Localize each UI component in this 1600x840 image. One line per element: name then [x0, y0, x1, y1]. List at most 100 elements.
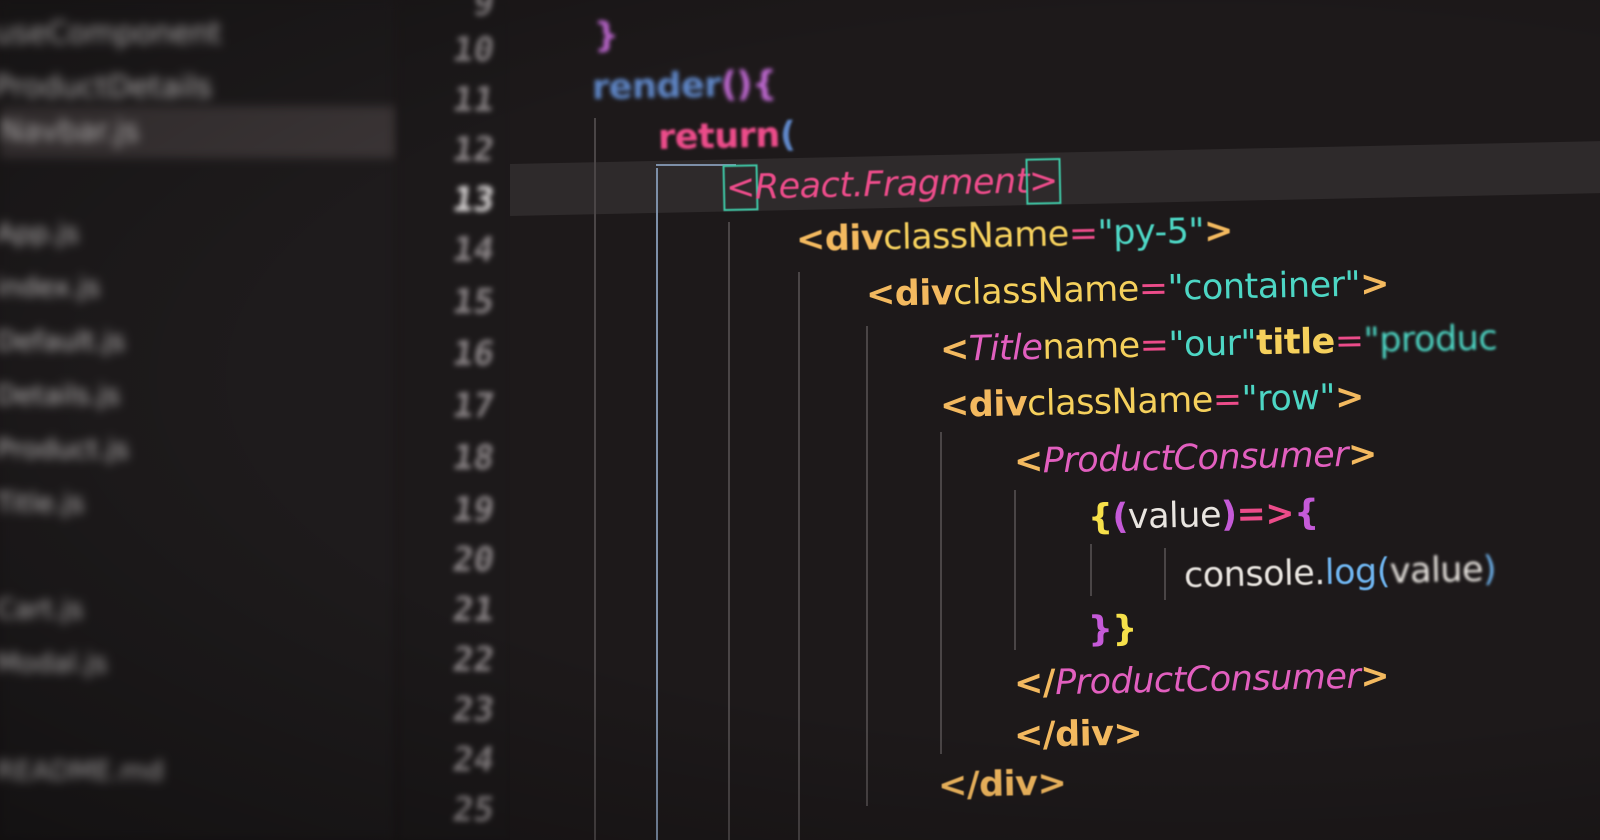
param-paren: (	[1111, 497, 1129, 538]
jsx-brace: {	[1087, 497, 1113, 538]
code-editor-pane[interactable]: } render() { return ( <React.Fragment> <…	[510, 0, 1600, 840]
line-number: 16	[450, 334, 497, 374]
line-number-gutter: 9 10 11 12 13 14 15 16 17 18 19 20 21 22…	[400, 0, 510, 840]
indent-guide	[1014, 490, 1016, 650]
sidebar-item[interactable]: index.js	[0, 268, 100, 308]
code-line: </div>	[938, 763, 1067, 806]
line-number: 9	[470, 0, 497, 24]
indent-guide	[1164, 548, 1166, 600]
tag-close-div: </div>	[1013, 713, 1143, 756]
indent-guide	[940, 432, 942, 754]
line-number: 10	[450, 30, 497, 70]
code-line: <div className="py-5">	[796, 211, 1234, 260]
tag-close: >	[1359, 656, 1390, 697]
code-line: <div className="row">	[940, 377, 1365, 426]
code-line: <div className="container">	[866, 264, 1390, 315]
tag-close: >	[1334, 377, 1365, 418]
indent-guide	[1090, 544, 1092, 596]
attribute-name: className	[1026, 380, 1214, 425]
sidebar-item[interactable]: Cart.js	[0, 590, 83, 630]
equals-sign: =	[1138, 268, 1169, 310]
indent-guide	[866, 326, 868, 806]
sidebar-item[interactable]: Title.js	[0, 484, 84, 524]
code-line: {(value) => {	[1088, 493, 1319, 538]
file-explorer-sidebar: useComponent ProductDetails Navbar.js Ap…	[0, 0, 395, 840]
equals-sign: =	[1068, 213, 1099, 255]
function-brace: }	[1087, 609, 1113, 650]
component-name: ProductConsumer	[1054, 656, 1361, 704]
component-name: Title	[968, 327, 1043, 370]
tag-close: >	[1203, 210, 1234, 252]
string-value: "row"	[1241, 377, 1336, 420]
line-number: 21	[450, 590, 497, 630]
code-line: console.log(value)	[1184, 549, 1497, 596]
line-number: 25	[450, 790, 497, 830]
return-paren: (	[779, 115, 796, 156]
line-number: 15	[450, 282, 497, 322]
tag-open: </	[1013, 663, 1056, 704]
line-number: 18	[450, 438, 497, 478]
component-name: ProductConsumer	[1042, 435, 1349, 482]
sidebar-item[interactable]: Default.js	[0, 322, 125, 362]
log-function: log	[1324, 551, 1378, 594]
sidebar-item-selected[interactable]: Navbar.js	[0, 106, 395, 158]
function-brace: {	[1293, 493, 1319, 534]
attribute-name: name	[1041, 325, 1141, 368]
attribute-name: className	[952, 269, 1140, 314]
call-paren: (	[1376, 551, 1391, 592]
call-paren: )	[1482, 549, 1497, 590]
sidebar-item-label: Navbar.js	[0, 114, 140, 149]
attribute-name: title	[1255, 321, 1336, 364]
string-value: "produc	[1363, 318, 1498, 362]
tag-close: >	[1359, 264, 1390, 305]
tag-open: <div	[795, 218, 884, 260]
jsx-brace: }	[1111, 608, 1138, 650]
sidebar-item[interactable]: useComponent	[0, 14, 221, 54]
argument: value	[1389, 549, 1484, 592]
code-line: </ProductConsumer>	[1014, 656, 1390, 704]
line-number: 14	[450, 230, 497, 270]
equals-sign: =	[1139, 325, 1169, 366]
code-line: </div>	[1014, 713, 1143, 756]
line-number: 19	[450, 490, 497, 530]
code-line: <Title name="our" title= "produc	[940, 318, 1498, 370]
line-number: 17	[450, 386, 497, 426]
equals-sign: =	[1334, 321, 1365, 362]
code-editor-screen: useComponent ProductDetails Navbar.js Ap…	[0, 0, 1600, 840]
line-number: 12	[450, 130, 497, 170]
sidebar-item[interactable]: Product.js	[0, 430, 129, 470]
param-paren: )	[1220, 494, 1237, 536]
sidebar-item[interactable]: README.md	[0, 752, 163, 792]
component-name: React.Fragment	[754, 161, 1030, 208]
attribute-name: className	[882, 214, 1070, 259]
sidebar-item[interactable]: Modal.js	[0, 644, 107, 684]
line-number: 20	[450, 540, 497, 580]
tag-open: <	[1013, 441, 1044, 482]
sidebar-item[interactable]: Details.js	[0, 376, 120, 416]
tag-open: <div	[939, 384, 1028, 426]
param-name: value	[1127, 495, 1222, 538]
code-line: render() {	[592, 64, 777, 108]
closing-brace: }	[593, 15, 619, 56]
indent-guide	[594, 118, 596, 840]
sidebar-item[interactable]: App.js	[0, 214, 79, 254]
line-number: 24	[450, 740, 497, 780]
console-object: console	[1183, 553, 1315, 596]
code-line: return (	[658, 115, 796, 158]
bracket-match-open: <	[722, 164, 759, 212]
code-line: }	[594, 15, 619, 56]
indent-guide	[728, 222, 730, 840]
render-keyword: render	[591, 65, 722, 108]
return-keyword: return	[657, 115, 781, 158]
line-number: 22	[450, 640, 497, 680]
code-line: <ProductConsumer>	[1014, 434, 1378, 482]
bracket-match-close: >	[1025, 158, 1062, 205]
string-value: "py-5"	[1097, 211, 1205, 254]
line-number-active: 13	[450, 180, 497, 220]
indent-guide	[798, 272, 800, 840]
tag-open: <	[939, 329, 970, 370]
sidebar-item[interactable]: ProductDetails	[0, 68, 212, 108]
dot-operator: .	[1313, 553, 1326, 594]
line-number: 23	[450, 690, 497, 730]
tag-close-div: </div>	[937, 763, 1067, 806]
